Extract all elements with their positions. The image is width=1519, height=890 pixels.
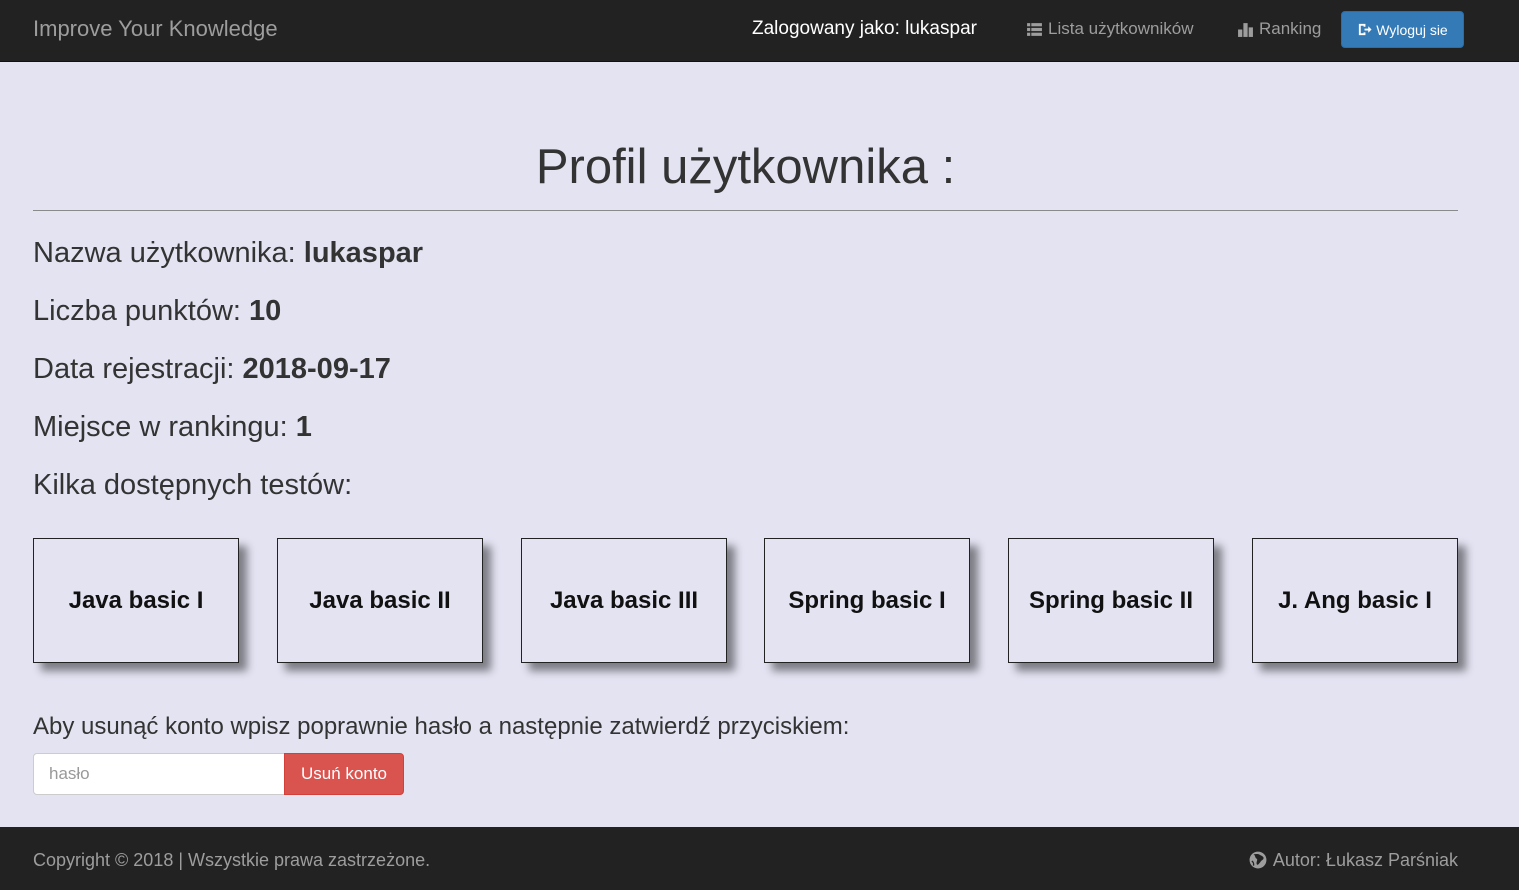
points-row: Liczba punktów: 10 — [33, 294, 281, 328]
logout-button[interactable]: Wyloguj sie — [1341, 11, 1464, 48]
bar-chart-icon — [1238, 22, 1253, 37]
delete-account-button[interactable]: Usuń konto — [284, 753, 404, 795]
test-card[interactable]: J. Ang basic I — [1252, 538, 1458, 663]
list-icon — [1027, 22, 1042, 36]
password-input[interactable] — [33, 753, 285, 795]
tests-heading: Kilka dostępnych testów: — [33, 469, 353, 501]
test-card[interactable]: Spring basic II — [1008, 538, 1214, 663]
points-label: Liczba punktów: — [33, 295, 250, 327]
username-value: lukaspar — [303, 237, 424, 269]
nav-ranking[interactable]: Ranking — [1237, 18, 1321, 40]
nav-ranking-label: Ranking — [1259, 19, 1322, 38]
title-divider — [33, 210, 1458, 211]
author-label: Autor: Łukasz Parśniak — [1272, 850, 1458, 870]
test-card[interactable]: Java basic I — [33, 538, 239, 663]
logout-label: Wyloguj sie — [1376, 21, 1448, 38]
registration-value: 2018-09-17 — [242, 353, 391, 385]
nav-users-list[interactable]: Lista użytkowników — [1026, 18, 1194, 40]
registration-label: Data rejestracji: — [33, 353, 243, 385]
author-credit: Autor: Łukasz Parśniak — [1249, 849, 1458, 871]
test-cards: Java basic I Java basic II Java basic II… — [33, 538, 1458, 663]
test-card[interactable]: Spring basic I — [764, 538, 970, 663]
rank-value: 1 — [295, 411, 312, 443]
logged-in-user: Zalogowany jako: lukaspar — [752, 18, 977, 39]
test-card[interactable]: Java basic III — [521, 538, 727, 663]
page-title: Profil użytkownika : — [535, 140, 956, 194]
logout-icon — [1359, 23, 1372, 36]
brand-link[interactable]: Improve Your Knowledge — [33, 16, 278, 42]
username-row: Nazwa użytkownika: lukaspar — [33, 236, 423, 270]
username-label: Nazwa użytkownika: — [33, 237, 304, 269]
nav-users-label: Lista użytkowników — [1048, 19, 1194, 38]
top-navbar: Improve Your Knowledge Zalogowany jako: … — [0, 0, 1519, 62]
copyright-text: Copyright © 2018 | Wszystkie prawa zastr… — [33, 850, 431, 870]
footer: Copyright © 2018 | Wszystkie prawa zastr… — [0, 827, 1519, 890]
registration-row: Data rejestracji: 2018-09-17 — [33, 352, 391, 386]
test-card[interactable]: Java basic II — [277, 538, 483, 663]
globe-icon — [1249, 851, 1267, 869]
rank-label: Miejsce w rankingu: — [33, 411, 296, 443]
delete-account-note: Aby usunąć konto wpisz poprawnie hasło a… — [33, 713, 850, 740]
points-value: 10 — [249, 295, 282, 327]
rank-row: Miejsce w rankingu: 1 — [33, 410, 312, 444]
